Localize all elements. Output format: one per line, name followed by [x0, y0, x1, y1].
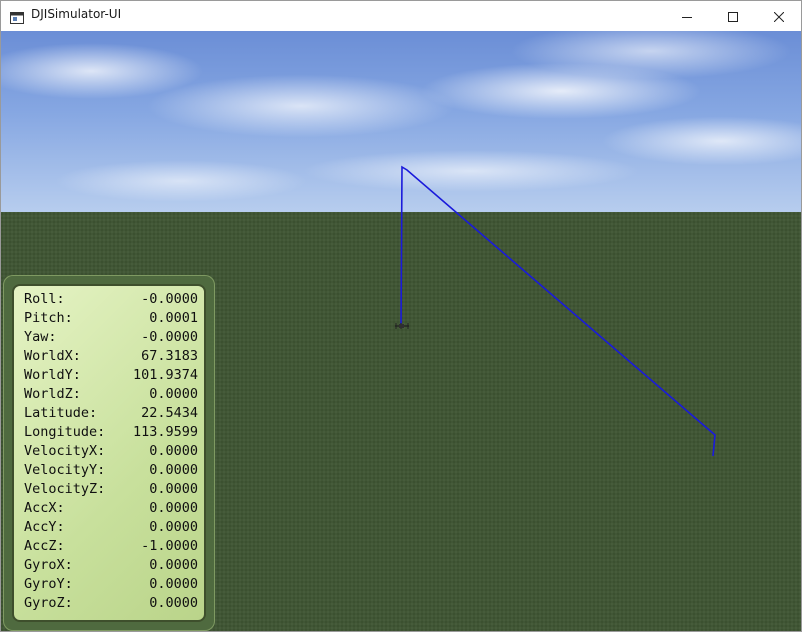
telemetry-row: WorldX: 67.3183 [24, 347, 198, 366]
telemetry-value: 0.0000 [149, 519, 198, 535]
telemetry-label: AccZ: [24, 538, 65, 554]
telemetry-label: GyroX: [24, 557, 73, 573]
telemetry-value: 101.9374 [132, 367, 198, 383]
maximize-icon [728, 7, 738, 26]
minimize-button[interactable] [664, 1, 710, 31]
telemetry-label: Yaw: [24, 329, 57, 345]
telemetry-label: VelocityY: [24, 462, 106, 478]
telemetry-value: 0.0000 [149, 386, 198, 402]
telemetry-row: VelocityX: 0.0000 [24, 442, 198, 461]
telemetry-label: VelocityZ: [24, 481, 106, 497]
telemetry-value: 67.3183 [141, 348, 198, 364]
telemetry-label: GyroY: [24, 576, 73, 592]
close-icon [773, 7, 785, 26]
telemetry-value: 0.0000 [149, 462, 198, 478]
telemetry-row: Yaw: -0.0000 [24, 328, 198, 347]
telemetry-value: 22.5434 [141, 405, 198, 421]
telemetry-row: AccX: 0.0000 [24, 499, 198, 518]
simulator-window: DJISimulator-UI Roll: -0.0000 Pitch: 0.0… [0, 0, 802, 632]
telemetry-label: Roll: [24, 291, 65, 307]
telemetry-value: 0.0000 [149, 443, 198, 459]
telemetry-readout: Roll: -0.0000 Pitch: 0.0001 Yaw: -0.0000 World… [12, 284, 206, 622]
telemetry-row: VelocityY: 0.0000 [24, 461, 198, 480]
telemetry-row: WorldZ: 0.0000 [24, 385, 198, 404]
maximize-button[interactable] [710, 1, 756, 31]
telemetry-row: GyroX: 0.0000 [24, 556, 198, 575]
telemetry-label: WorldZ: [24, 386, 81, 402]
telemetry-label: AccY: [24, 519, 65, 535]
telemetry-label: Pitch: [24, 310, 73, 326]
telemetry-panel: Roll: -0.0000 Pitch: 0.0001 Yaw: -0.0000 World… [3, 275, 215, 631]
close-button[interactable] [756, 1, 801, 31]
telemetry-row: GyroY: 0.0000 [24, 575, 198, 594]
telemetry-label: GyroZ: [24, 595, 73, 611]
telemetry-value: 0.0000 [149, 557, 198, 573]
flight-trajectory [400, 165, 716, 457]
drone-icon [395, 323, 409, 329]
minimize-icon [682, 7, 692, 26]
app-icon [10, 9, 24, 24]
telemetry-value: 0.0001 [149, 310, 198, 326]
telemetry-label: AccX: [24, 500, 65, 516]
telemetry-label: VelocityX: [24, 443, 106, 459]
telemetry-value: -1.0000 [141, 538, 198, 554]
telemetry-row: Roll: -0.0000 [24, 290, 198, 309]
telemetry-list: Roll: -0.0000 Pitch: 0.0001 Yaw: -0.0000 World… [24, 290, 198, 613]
telemetry-label: Longitude: [24, 424, 106, 440]
3d-viewport[interactable]: Roll: -0.0000 Pitch: 0.0001 Yaw: -0.0000 World… [1, 31, 801, 631]
telemetry-value: 0.0000 [149, 500, 198, 516]
telemetry-value: 0.0000 [149, 595, 198, 611]
telemetry-row: AccY: 0.0000 [24, 518, 198, 537]
telemetry-row: GyroZ: 0.0000 [24, 594, 198, 613]
telemetry-row: Longitude: 113.9599 [24, 423, 198, 442]
telemetry-value: -0.0000 [141, 329, 198, 345]
telemetry-label: WorldX: [24, 348, 81, 364]
telemetry-row: VelocityZ: 0.0000 [24, 480, 198, 499]
telemetry-value: 0.0000 [149, 576, 198, 592]
telemetry-value: 0.0000 [149, 481, 198, 497]
telemetry-row: AccZ: -1.0000 [24, 537, 198, 556]
telemetry-value: -0.0000 [141, 291, 198, 307]
telemetry-label: Latitude: [24, 405, 98, 421]
telemetry-label: WorldY: [24, 367, 81, 383]
telemetry-value: 113.9599 [132, 424, 198, 440]
title-bar[interactable]: DJISimulator-UI [1, 1, 801, 31]
telemetry-row: WorldY: 101.9374 [24, 366, 198, 385]
window-title: DJISimulator-UI [31, 7, 122, 21]
telemetry-row: Latitude: 22.5434 [24, 404, 198, 423]
telemetry-row: Pitch: 0.0001 [24, 309, 198, 328]
